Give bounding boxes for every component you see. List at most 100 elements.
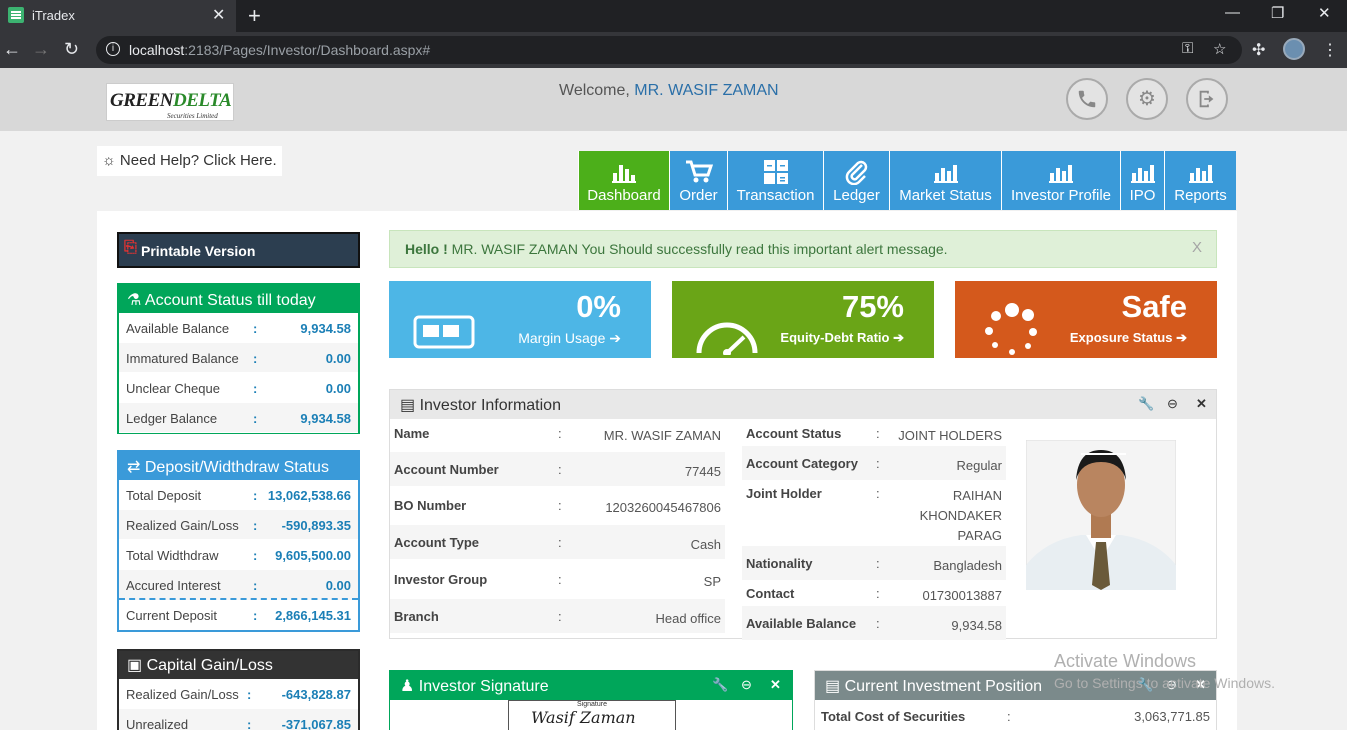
close-panel-icon[interactable]: ✕ — [770, 677, 781, 693]
id-card-icon: ▤ — [400, 397, 416, 414]
list-item: Ledger Balance:9,934.58 — [119, 403, 358, 433]
table-row: Available Balance:9,934.58 — [742, 606, 1006, 640]
new-tab-button[interactable]: + — [248, 3, 261, 29]
window-close-icon[interactable]: ✕ — [1318, 4, 1331, 22]
line-chart-icon — [1049, 159, 1073, 183]
cart-icon — [685, 160, 713, 183]
key-icon[interactable]: ⚿ — [1182, 40, 1193, 57]
equity-debt-tile[interactable]: 75% Equity-Debt Ratio ➔ — [672, 281, 934, 358]
user-icon: ♟ — [400, 678, 415, 695]
help-label: Need Help? Click Here. — [119, 152, 277, 169]
url-text: localhost:2183/Pages/Investor/Dashboard.… — [129, 42, 431, 58]
bookmark-star-icon[interactable]: ☆ — [1213, 40, 1226, 58]
menu-dashboard[interactable]: Dashboard — [578, 151, 669, 210]
menu-market-status[interactable]: Market Status — [889, 151, 1001, 210]
deposit-status-header: ⇄ Deposit/Widthdraw Status — [119, 452, 358, 480]
site-favicon-icon — [8, 7, 24, 23]
browser-menu-icon[interactable]: ⋮ — [1322, 40, 1338, 60]
minimize-panel-icon[interactable]: ⊖ — [1167, 396, 1178, 412]
browser-tab-bar: iTradex ✕ + — ❐ ✕ — [0, 0, 1347, 32]
menu-order[interactable]: Order — [669, 151, 727, 210]
id-card-icon: ▤ — [825, 678, 841, 695]
alert-close-button[interactable]: X — [1192, 239, 1202, 256]
wrench-icon[interactable]: 🔧 — [1138, 396, 1154, 412]
menu-investor-profile[interactable]: Investor Profile — [1001, 151, 1120, 210]
printable-version-button[interactable]: ⎘ Printable Version — [117, 232, 360, 268]
back-icon[interactable]: ← — [3, 39, 21, 60]
line-chart-icon — [933, 159, 958, 183]
list-item: Unclear Cheque:0.00 — [119, 373, 358, 403]
list-item: Total Deposit:13,062,538.66 — [119, 480, 358, 510]
circle-arrow-icon: ➔ — [1176, 330, 1187, 345]
table-row: Account Category: Regular — [742, 446, 1006, 480]
alert-message: Hello ! MR. WASIF ZAMAN You Should succe… — [389, 230, 1217, 268]
list-item: Accured Interest:0.00 — [119, 570, 358, 600]
line-chart-icon — [1188, 159, 1213, 183]
pdf-icon: ⎘ — [124, 239, 137, 256]
tab-close-icon[interactable]: ✕ — [212, 5, 225, 25]
capital-gain-header: ▣ Capital Gain/Loss — [119, 651, 358, 679]
circle-arrow-icon: ➔ — [609, 330, 621, 346]
circle-arrow-icon: ➔ — [893, 330, 904, 345]
list-item: Realized Gain/Loss: -643,828.87 — [119, 679, 358, 709]
table-row: Name: MR. WASIF ZAMAN — [394, 426, 721, 443]
table-row: Total Cost of Securities : 3,063,771.85 — [821, 709, 1210, 724]
profile-avatar[interactable] — [1283, 38, 1305, 60]
margin-usage-tile[interactable]: 0% Margin Usage ➔ — [389, 281, 651, 358]
url-input[interactable]: i localhost:2183/Pages/Investor/Dashboar… — [96, 36, 1242, 64]
phone-button[interactable] — [1066, 78, 1108, 120]
site-info-icon[interactable]: i — [106, 42, 120, 56]
list-item: Available Balance:9,934.58 — [119, 313, 358, 343]
close-panel-icon[interactable]: ✕ — [1196, 396, 1207, 412]
activate-windows-subtext: Go to Settings to activate Windows. — [1054, 675, 1275, 691]
list-item: Current Deposit:2,866,145.31 — [119, 600, 358, 630]
minimize-panel-icon[interactable]: ⊖ — [741, 677, 752, 693]
table-row: Account Number:77445 — [390, 452, 725, 486]
menu-transaction[interactable]: Transaction — [727, 151, 823, 210]
deposit-status-box: ⇄ Deposit/Widthdraw Status Total Deposit… — [117, 450, 360, 632]
list-item: Immatured Balance:0.00 — [119, 343, 358, 373]
logo-tagline: Securities Limited — [167, 112, 218, 120]
phone-icon — [1078, 90, 1096, 108]
activate-windows-watermark: Activate Windows — [1054, 651, 1197, 671]
browser-tab[interactable]: iTradex ✕ — [0, 0, 236, 32]
capital-gain-box: ▣ Capital Gain/Loss Realized Gain/Loss: -… — [117, 649, 360, 730]
wrench-icon[interactable]: 🔧 — [712, 677, 728, 693]
table-row: Branch: Head office — [390, 599, 725, 633]
extensions-icon[interactable]: ✣ — [1252, 40, 1265, 60]
credit-card-icon — [413, 315, 475, 349]
gear-icon: ⚙ — [1138, 88, 1156, 110]
gauge-icon — [696, 322, 758, 355]
restore-icon[interactable]: ❐ — [1271, 4, 1284, 22]
forward-icon[interactable]: → — [32, 39, 50, 60]
table-row: Account Status: JOINT HOLDERS — [746, 426, 1002, 443]
table-row: Contact:01730013887 — [746, 586, 1002, 603]
table-row: BO Number:1203260045467806 — [394, 498, 721, 515]
menu-ipo[interactable]: IPO — [1120, 151, 1164, 210]
investor-information-header: ▤ Investor Information 🔧 ⊖ ✕ — [390, 390, 1216, 419]
menu-ledger[interactable]: Ledger — [823, 151, 889, 210]
investor-information-panel: ▤ Investor Information 🔧 ⊖ ✕ Name: MR. WA… — [389, 389, 1217, 640]
company-logo[interactable]: GREENDELTA Securities Limited — [106, 83, 234, 121]
reload-icon[interactable]: ↻ — [64, 39, 79, 60]
settings-button[interactable]: ⚙ — [1126, 78, 1168, 120]
list-item: Realized Gain/Loss: -590,893.35 — [119, 510, 358, 540]
logo-wordmark: GREENDELTA — [110, 90, 232, 111]
signature-image: Signature Wasif Zaman — [508, 700, 676, 730]
table-row: Joint Holder: RAIHAN KHONDAKER PARAG — [746, 486, 1002, 543]
welcome-message: Welcome, MR. WASIF ZAMAN — [559, 82, 779, 99]
help-link[interactable]: ☼ Need Help? Click Here. — [97, 146, 282, 176]
minimize-icon[interactable]: — — [1225, 4, 1240, 21]
menu-reports[interactable]: Reports — [1164, 151, 1236, 210]
table-row: Investor Group: SP — [394, 572, 721, 589]
logout-icon — [1199, 90, 1214, 108]
line-chart-icon — [1130, 159, 1155, 183]
exposure-status-tile[interactable]: Safe Exposure Status ➔ — [955, 281, 1217, 358]
app-header: GREENDELTA Securities Limited Welcome, M… — [0, 68, 1347, 131]
investor-signature-panel: ♟ Investor Signature 🔧 ⊖ ✕ Signature Was… — [389, 670, 793, 730]
table-row: Nationality: Bangladesh — [742, 546, 1006, 580]
logout-button[interactable] — [1186, 78, 1228, 120]
investor-photo — [1026, 440, 1176, 590]
exchange-icon: ⇄ — [127, 459, 141, 476]
list-item: Unrealized: -371,067.85 — [119, 709, 358, 730]
